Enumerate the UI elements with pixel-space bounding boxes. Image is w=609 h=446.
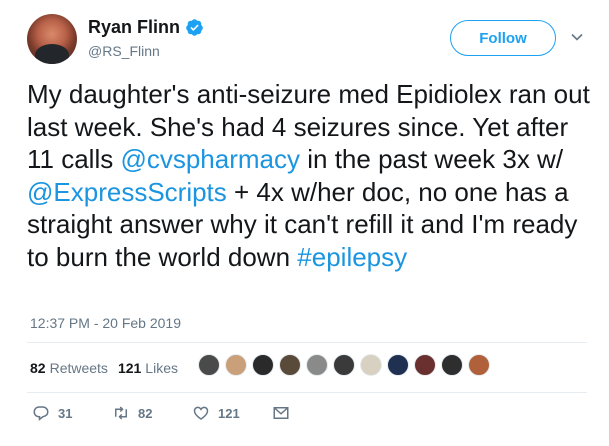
liker-avatar-9[interactable] bbox=[414, 354, 436, 376]
liker-avatars bbox=[198, 354, 490, 376]
reply-count: 31 bbox=[58, 405, 73, 421]
author-handle[interactable]: @RS_Flinn bbox=[88, 43, 160, 59]
retweet-button[interactable]: 82 bbox=[112, 404, 192, 422]
liker-avatar-4[interactable] bbox=[279, 354, 301, 376]
heart-icon bbox=[193, 406, 209, 420]
mention-link[interactable]: @ExpressScripts bbox=[27, 177, 227, 207]
verified-badge-icon bbox=[185, 18, 204, 37]
liker-avatar-8[interactable] bbox=[387, 354, 409, 376]
author-name[interactable]: Ryan Flinn bbox=[88, 17, 180, 38]
retweet-count: 82 bbox=[138, 405, 153, 421]
tweet-text: My daughter's anti-seizure med Epidiolex… bbox=[27, 78, 602, 273]
likes-stat[interactable]: 121 Likes bbox=[118, 360, 178, 376]
liker-avatar-7[interactable] bbox=[360, 354, 382, 376]
liker-avatar-10[interactable] bbox=[441, 354, 463, 376]
direct-message-button[interactable] bbox=[272, 404, 290, 422]
likes-stat-count: 121 bbox=[117, 360, 142, 376]
liker-avatar-1[interactable] bbox=[198, 354, 220, 376]
tweet-timestamp[interactable]: 12:37 PM - 20 Feb 2019 bbox=[30, 315, 181, 331]
hashtag-link[interactable]: #epilepsy bbox=[297, 242, 407, 272]
retweets-stat-label: Retweets bbox=[49, 360, 108, 376]
follow-button[interactable]: Follow bbox=[450, 20, 556, 56]
tweet-actions: 31 82 121 bbox=[32, 404, 290, 422]
like-count: 121 bbox=[218, 405, 240, 421]
liker-avatar-11[interactable] bbox=[468, 354, 490, 376]
likes-stat-label: Likes bbox=[145, 360, 178, 376]
liker-avatar-3[interactable] bbox=[252, 354, 274, 376]
mention-link[interactable]: @cvspharmacy bbox=[120, 144, 300, 174]
author-avatar[interactable] bbox=[27, 14, 77, 64]
divider bbox=[27, 392, 587, 393]
like-button[interactable]: 121 bbox=[192, 404, 272, 422]
divider bbox=[27, 342, 587, 343]
envelope-icon bbox=[273, 407, 289, 419]
liker-avatar-5[interactable] bbox=[306, 354, 328, 376]
author-name-row[interactable]: Ryan Flinn bbox=[88, 17, 204, 38]
chevron-down-icon[interactable] bbox=[570, 30, 584, 44]
tweet-text-segment: in the past week 3x w/ bbox=[300, 144, 564, 174]
engagement-stats: 82 Retweets 121 Likes bbox=[30, 360, 178, 376]
reply-button[interactable]: 31 bbox=[32, 404, 112, 422]
reply-icon bbox=[33, 406, 49, 421]
liker-avatar-6[interactable] bbox=[333, 354, 355, 376]
retweets-stat[interactable]: 82 Retweets bbox=[30, 360, 108, 376]
retweet-icon bbox=[115, 406, 127, 420]
liker-avatar-2[interactable] bbox=[225, 354, 247, 376]
retweets-stat-count: 82 bbox=[30, 360, 46, 376]
